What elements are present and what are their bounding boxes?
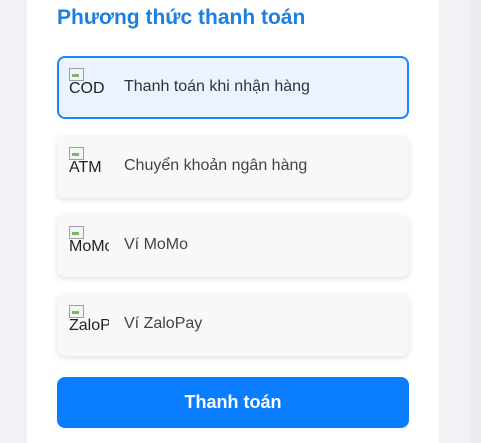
section-title: Phương thức thanh toán	[57, 6, 306, 29]
logo-alt-text: MoMo	[69, 238, 109, 255]
payment-method-label: Ví MoMo	[124, 236, 189, 253]
payment-method-label: Ví ZaloPay	[124, 315, 203, 332]
payment-method-zalopay[interactable]: ZaloPay Ví ZaloPay	[57, 293, 409, 356]
broken-image-icon	[69, 305, 85, 318]
atm-logo-icon: ATM	[69, 147, 109, 185]
payment-method-atm[interactable]: ATM Chuyển khoản ngân hàng	[57, 135, 409, 198]
payment-method-label: Thanh toán khi nhận hàng	[124, 78, 310, 95]
payment-method-cod[interactable]: COD Thanh toán khi nhận hàng	[57, 56, 409, 119]
pay-button[interactable]: Thanh toán	[57, 377, 409, 428]
broken-image-icon	[69, 147, 85, 160]
broken-image-icon	[69, 226, 85, 239]
momo-logo-icon: MoMo	[69, 226, 109, 264]
payment-method-momo[interactable]: MoMo Ví MoMo	[57, 214, 409, 277]
zalopay-logo-icon: ZaloPay	[69, 305, 109, 343]
broken-image-icon	[69, 68, 85, 81]
logo-alt-text: COD	[69, 80, 105, 97]
logo-alt-text: ATM	[69, 159, 102, 176]
cod-logo-icon: COD	[69, 68, 109, 106]
logo-alt-text: ZaloPay	[69, 317, 109, 334]
page-scroll-edge	[471, 0, 481, 443]
payment-method-label: Chuyển khoản ngân hàng	[124, 157, 308, 174]
